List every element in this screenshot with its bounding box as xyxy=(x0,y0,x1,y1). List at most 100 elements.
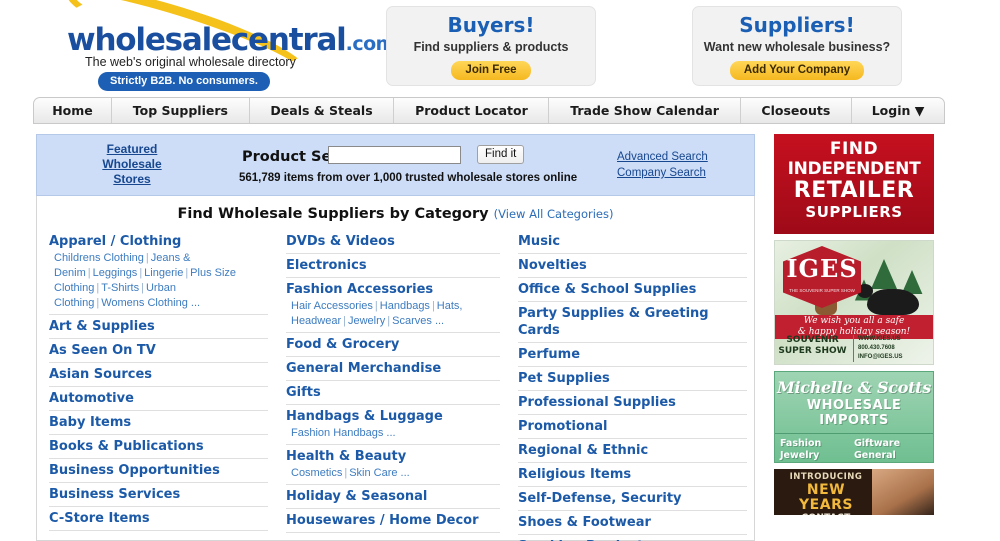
search-extra-links: Advanced Search Company Search xyxy=(617,149,708,181)
category-link[interactable]: Health & Beauty xyxy=(286,448,500,465)
category-group: Books & Publications xyxy=(49,435,268,459)
iges-contact-line-2: 800.430.7608 xyxy=(858,345,895,351)
subcategory-link[interactable]: Skin Care ... xyxy=(349,467,410,479)
category-link[interactable]: Self-Defense, Security xyxy=(518,490,747,507)
lens-photo xyxy=(872,469,934,515)
nav-item-home[interactable]: Home xyxy=(34,98,112,123)
iges-show-name: SOUVENIR SUPER SHOW xyxy=(775,335,854,362)
subcategory-link[interactable]: T-Shirts xyxy=(101,282,139,294)
category-link[interactable]: Gifts xyxy=(286,384,500,401)
category-link[interactable]: Books & Publications xyxy=(49,438,268,455)
category-group: Health & Beauty Cosmetics | Skin Care ... xyxy=(286,445,500,485)
featured-wholesale-stores-link[interactable]: Featured Wholesale Stores xyxy=(77,142,187,187)
category-link[interactable]: Apparel / Clothing xyxy=(49,233,268,250)
promo-suppliers[interactable]: Suppliers! Want new wholesale business? … xyxy=(692,6,902,86)
promo-suppliers-title: Suppliers! xyxy=(739,13,855,37)
category-link[interactable]: Regional & Ethnic xyxy=(518,442,747,459)
category-group: Party Supplies & Greeting Cards xyxy=(518,302,747,343)
advanced-search-link[interactable]: Advanced Search xyxy=(617,149,708,165)
category-heading-text: Find Wholesale Suppliers by Category xyxy=(177,206,489,222)
main-navigation: Home Top Suppliers Deals & Steals Product L… xyxy=(33,97,945,124)
view-all-categories-link[interactable]: (View All Categories) xyxy=(494,207,614,221)
category-link[interactable]: Shoes & Footwear xyxy=(518,514,747,531)
nav-item-top-suppliers[interactable]: Top Suppliers xyxy=(112,98,250,123)
add-your-company-button[interactable]: Add Your Company xyxy=(729,61,865,80)
subcategory-link[interactable]: Childrens Clothing xyxy=(54,252,144,264)
michelle-category-list: Fashion Jewelry Fashion Accessories Beau… xyxy=(775,433,933,462)
category-link[interactable]: Party Supplies & Greeting Cards xyxy=(518,305,747,339)
subcategory-link[interactable]: Hair Accessories xyxy=(291,300,373,312)
category-link[interactable]: Pet Supplies xyxy=(518,370,747,387)
featured-line-3[interactable]: Stores xyxy=(77,172,187,187)
promo-buyers[interactable]: Buyers! Find suppliers & products Join F… xyxy=(386,6,596,86)
category-link[interactable]: Baby Items xyxy=(49,414,268,431)
nav-item-deals-steals[interactable]: Deals & Steals xyxy=(250,98,395,123)
category-link[interactable]: General Merchandise xyxy=(286,360,500,377)
category-group: Perfume xyxy=(518,343,747,367)
category-link[interactable]: DVDs & Videos xyxy=(286,233,500,250)
category-link[interactable]: Business Opportunities xyxy=(49,462,268,479)
category-group: Smoking Products xyxy=(518,535,747,541)
ad-retailer-line-4: SUPPLIERS xyxy=(805,203,903,221)
category-link[interactable]: Food & Grocery xyxy=(286,336,500,353)
subcategory-link[interactable]: Lingerie xyxy=(144,267,183,279)
category-group: Housewares / Home Decor xyxy=(286,509,500,533)
category-link[interactable]: Automotive xyxy=(49,390,268,407)
lens-ad-text: INTRODUCING NEW YEARS CONTACT LENSES xyxy=(780,473,872,515)
subcategory-link[interactable]: Jewelry xyxy=(348,315,385,327)
subcategory-link[interactable]: Leggings xyxy=(93,267,138,279)
subcategory-separator: | xyxy=(141,282,144,294)
subcategory-separator: | xyxy=(343,315,346,327)
category-link[interactable]: As Seen On TV xyxy=(49,342,268,359)
category-link[interactable]: Electronics xyxy=(286,257,500,274)
join-free-button[interactable]: Join Free xyxy=(451,61,531,80)
category-link[interactable]: Novelties xyxy=(518,257,747,274)
category-group: Automotive xyxy=(49,387,268,411)
category-group: Shoes & Footwear xyxy=(518,511,747,535)
find-it-button[interactable]: Find it xyxy=(477,145,525,164)
category-group: Asian Sources xyxy=(49,363,268,387)
category-link[interactable]: Perfume xyxy=(518,346,747,363)
subcategory-link[interactable]: Fashion Handbags ... xyxy=(291,427,396,439)
category-link[interactable]: Religious Items xyxy=(518,466,747,483)
ad-michelle-and-scotts-wholesale-imports[interactable]: Michelle & Scotts WHOLESALE IMPORTS Fash… xyxy=(774,371,934,463)
ad-new-years-contact-lenses[interactable]: INTRODUCING NEW YEARS CONTACT LENSES xyxy=(774,469,934,515)
ad-find-independent-retailer-suppliers[interactable]: FIND INDEPENDENT RETAILER SUPPLIERS xyxy=(774,134,934,234)
category-link[interactable]: Holiday & Seasonal xyxy=(286,488,500,505)
iges-greeting-line-1: We wish you all a safe xyxy=(803,316,905,326)
category-link[interactable]: Handbags & Luggage xyxy=(286,408,500,425)
company-search-link[interactable]: Company Search xyxy=(617,165,708,181)
logo-wordmark: wholesalecentral.com xyxy=(67,22,395,58)
category-panel: Find Wholesale Suppliers by Category (Vi… xyxy=(36,196,755,541)
subcategory-separator: | xyxy=(431,300,435,312)
nav-item-trade-show-calendar[interactable]: Trade Show Calendar xyxy=(549,98,741,123)
category-link[interactable]: Art & Supplies xyxy=(49,318,268,335)
category-link[interactable]: Promotional xyxy=(518,418,747,435)
subcategory-link[interactable]: Handbags xyxy=(380,300,430,312)
category-link[interactable]: Housewares / Home Decor xyxy=(286,512,500,529)
subcategory-link[interactable]: Scarves ... xyxy=(392,315,444,327)
category-link[interactable]: C-Store Items xyxy=(49,510,268,527)
category-group: General Merchandise xyxy=(286,357,500,381)
category-group: Self-Defense, Security xyxy=(518,487,747,511)
ad-iges-souvenir-super-show[interactable]: IGES THE SOUVENIR SUPER SHOW We wish you… xyxy=(774,240,934,365)
category-link[interactable]: Professional Supplies xyxy=(518,394,747,411)
nav-item-product-locator[interactable]: Product Locator xyxy=(394,98,550,123)
nav-item-closeouts[interactable]: Closeouts xyxy=(741,98,853,123)
nav-item-login[interactable]: Login ▼ xyxy=(852,98,944,123)
subcategory-separator: | xyxy=(374,300,378,312)
search-input[interactable] xyxy=(328,146,461,164)
category-columns: Apparel / Clothing Childrens Clothing | Jea… xyxy=(37,230,756,541)
category-link[interactable]: Asian Sources xyxy=(49,366,268,383)
category-link[interactable]: Fashion Accessories xyxy=(286,281,500,298)
subcategory-link[interactable]: Cosmetics xyxy=(291,467,342,479)
lens-line-1: INTRODUCING xyxy=(789,472,863,482)
category-link[interactable]: Office & School Supplies xyxy=(518,281,747,298)
category-group: Apparel / Clothing Childrens Clothing | Jea… xyxy=(49,230,268,315)
featured-line-2[interactable]: Wholesale xyxy=(77,157,187,172)
subcategory-link[interactable]: Womens Clothing ... xyxy=(101,297,200,309)
site-logo[interactable]: wholesalecentral.com The web's original … xyxy=(55,0,395,94)
featured-line-1[interactable]: Featured xyxy=(77,142,187,157)
category-link[interactable]: Business Services xyxy=(49,486,268,503)
category-link[interactable]: Music xyxy=(518,233,747,250)
